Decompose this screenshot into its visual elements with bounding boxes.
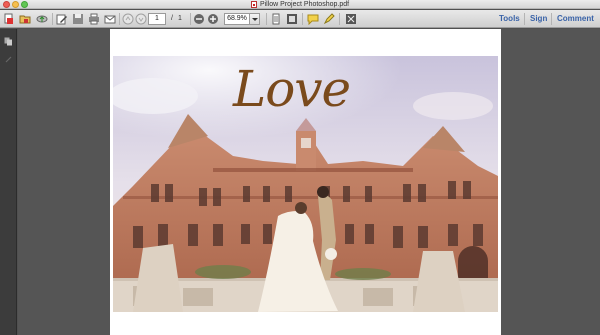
title-bar: Pillow Project Photoshop.pdf bbox=[0, 0, 600, 9]
save-icon[interactable] bbox=[72, 13, 84, 25]
sign-pane-link[interactable]: Sign bbox=[530, 13, 547, 25]
create-pdf-icon[interactable] bbox=[3, 13, 15, 25]
document-view[interactable]: Love bbox=[18, 29, 600, 335]
email-icon[interactable] bbox=[104, 13, 116, 25]
pages-panel-icon[interactable] bbox=[4, 33, 13, 46]
attachments-panel-icon[interactable] bbox=[4, 51, 13, 63]
window-title-area: Pillow Project Photoshop.pdf bbox=[0, 0, 600, 9]
acrobat-window: Pillow Project Photoshop.pdf 1 / 1 68.9%… bbox=[0, 0, 600, 335]
fit-width-icon[interactable] bbox=[286, 13, 298, 25]
zoom-level-input[interactable]: 68.9% bbox=[224, 13, 250, 25]
cloud-upload-icon[interactable] bbox=[36, 13, 48, 25]
comment-icon[interactable] bbox=[307, 13, 319, 25]
comment-pane-link[interactable]: Comment bbox=[557, 13, 594, 25]
page-separator: / bbox=[171, 15, 173, 22]
pdf-file-icon bbox=[250, 1, 257, 8]
print-icon[interactable] bbox=[88, 13, 100, 25]
main-toolbar: 1 / 1 68.9% Tools Sign Comment bbox=[0, 10, 600, 28]
pdf-page: Love bbox=[110, 29, 501, 335]
page-total: 1 bbox=[178, 15, 182, 22]
edit-icon[interactable] bbox=[56, 13, 68, 25]
window-title: Pillow Project Photoshop.pdf bbox=[259, 1, 350, 8]
page-number-input[interactable]: 1 bbox=[148, 13, 166, 25]
zoom-out-icon[interactable] bbox=[193, 13, 205, 25]
next-page-icon[interactable] bbox=[135, 13, 147, 25]
wedding-photo: Love bbox=[113, 56, 498, 312]
open-icon[interactable] bbox=[19, 13, 31, 25]
previous-page-icon[interactable] bbox=[122, 13, 134, 25]
fit-page-icon[interactable] bbox=[270, 13, 282, 25]
love-title-text: Love bbox=[233, 60, 351, 118]
highlight-icon[interactable] bbox=[323, 13, 335, 25]
fullscreen-icon[interactable] bbox=[345, 13, 357, 25]
tools-pane-link[interactable]: Tools bbox=[499, 13, 520, 25]
zoom-dropdown-button[interactable] bbox=[250, 13, 260, 25]
navigation-rail bbox=[0, 29, 17, 335]
zoom-in-icon[interactable] bbox=[207, 13, 219, 25]
